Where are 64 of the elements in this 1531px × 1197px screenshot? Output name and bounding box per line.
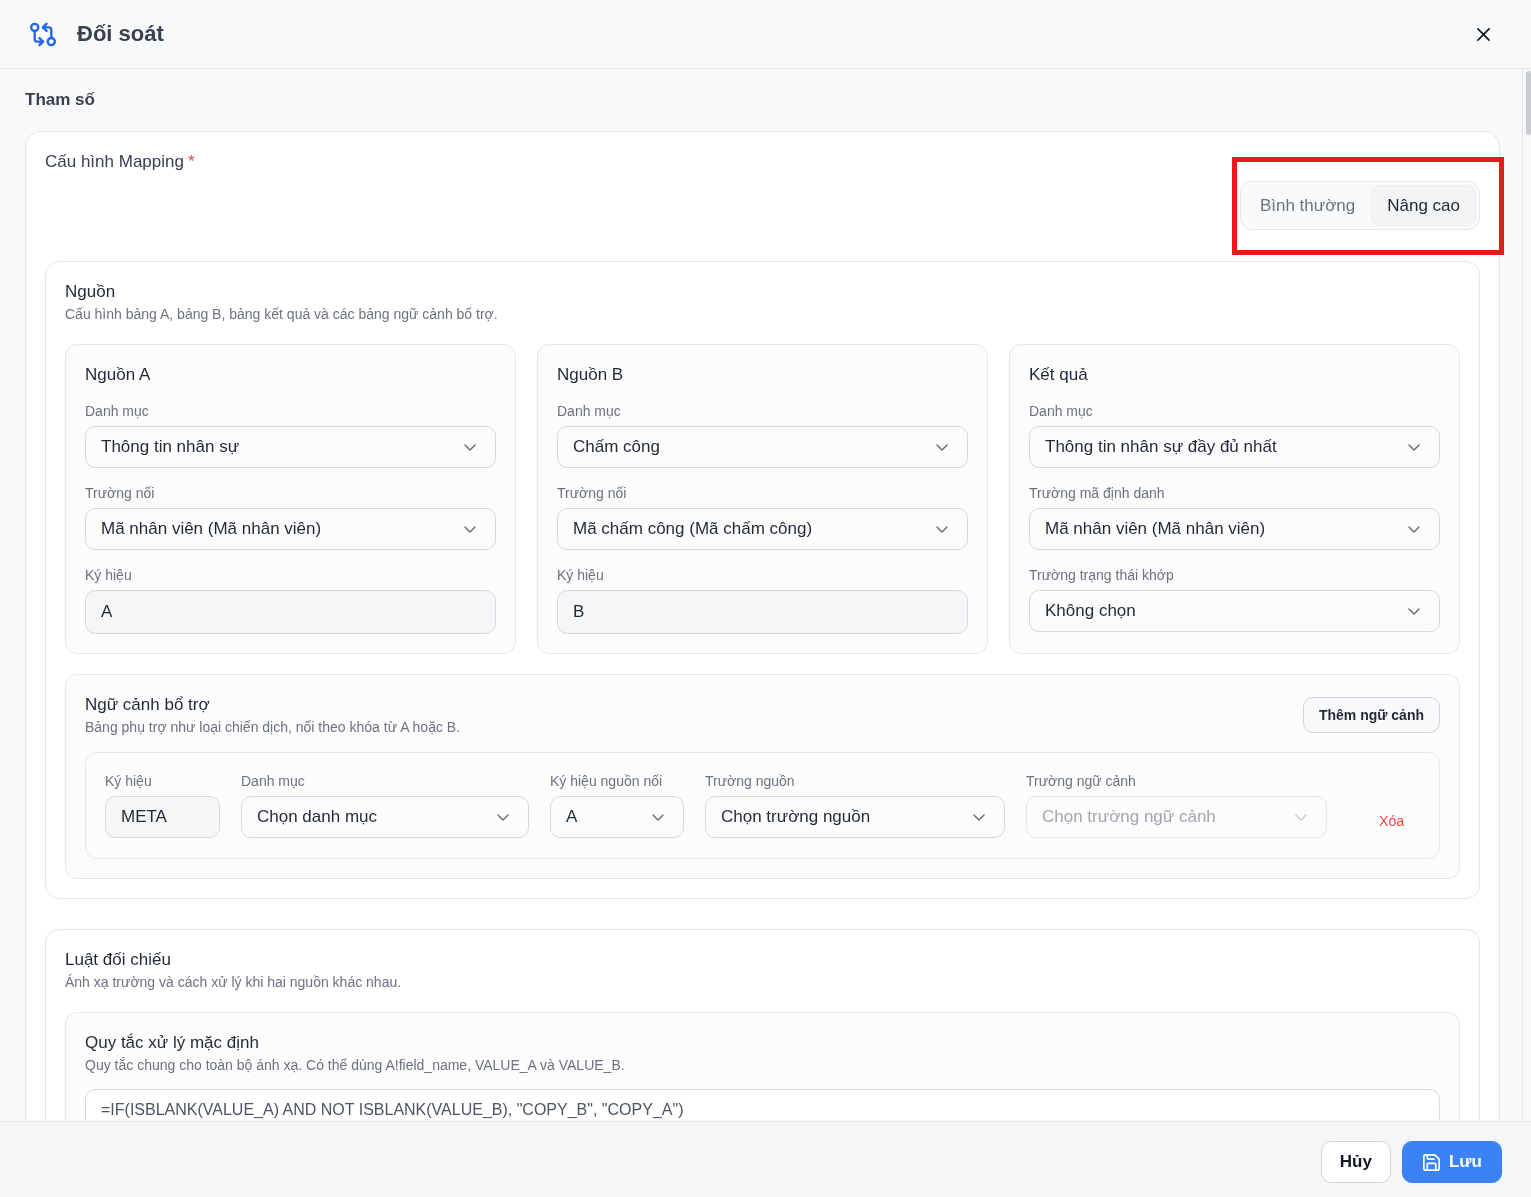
card-title: Quy tắc xử lý mặc định [85,1032,259,1054]
card-title: Nguồn B [557,364,625,386]
field-label: Danh mục [1029,402,1094,421]
section-title: Nguồn [65,281,116,303]
card-subtitle: Bảng phụ trợ như loại chiến dịch, nối theo khóa từ A hoặc B. [85,718,461,737]
section-title: Luật đối chiếu [65,949,171,971]
select-field[interactable]: Chấm công [557,426,968,468]
compare-arrows-icon [30,21,56,47]
section-heading: Tham số [25,89,96,111]
field-label: Danh mục [85,402,150,421]
mode-tab[interactable]: Bình thường [1243,185,1372,226]
field-label: Ký hiệu [105,772,153,791]
card-subtitle: Quy tắc chung cho toàn bộ ánh xạ. Có thể dùng A!field_name, VALUE_A và VALUE_B. [85,1056,625,1075]
field-label: Trường ngữ cảnh [1026,772,1137,791]
chevron-down-icon [497,813,509,821]
card-title: Nguồn A [85,364,152,386]
select-field[interactable]: Thông tin nhân sự đầy đủ nhất [1029,426,1440,468]
text-input[interactable]: A [85,590,496,634]
field-label: Trường mã định danh [1029,484,1166,503]
scrollbar-thumb[interactable] [1526,71,1531,135]
chevron-down-icon [936,525,948,533]
save-icon [1422,1153,1440,1171]
field-label: Danh mục [241,772,306,791]
chevron-down-icon [936,443,948,451]
field-label: Trường nối [557,484,628,503]
select-field[interactable]: A [550,796,684,838]
field-label: Ký hiệu [557,566,605,585]
chevron-down-icon [973,813,985,821]
delete-link[interactable]: Xóa [1379,811,1404,831]
field-label: Ký hiệu nguồn nối [550,772,664,791]
chevron-down-icon [1408,525,1420,533]
text-input[interactable]: META [105,796,220,838]
formula-input[interactable]: =IF(ISBLANK(VALUE_A) AND NOT ISBLANK(VALUE_B), "COPY_B", "COPY_A") [85,1089,1440,1120]
select-field[interactable]: Chọn danh mục [241,796,529,838]
text-input[interactable]: B [557,590,968,634]
mode-tab[interactable]: Nâng cao [1371,185,1476,226]
field-label: Ký hiệu [85,566,133,585]
select-field[interactable]: Mã chấm công (Mã chấm công) [557,508,968,550]
section-subtitle: Ánh xạ trường và cách xử lý khi hai nguồn khác nhau. [65,973,402,992]
save-button[interactable]: Lưu [1401,1141,1502,1183]
card-title: Kết quả [1029,364,1089,386]
chevron-down-icon [652,813,664,821]
chevron-down-icon [1408,443,1420,451]
field-label: Trường nguồn [705,772,796,791]
chevron-down-icon [1408,607,1420,615]
required-mark: * [187,151,195,173]
card-title: Cấu hình Mapping [45,151,184,173]
card-title: Ngữ cảnh bổ trợ [85,694,210,716]
select-field[interactable]: Thông tin nhân sự [85,426,496,468]
field-label: Trường trạng thái khớp [1029,566,1175,585]
close-icon[interactable] [1477,27,1490,41]
chevron-down-icon [464,443,476,451]
chevron-down-icon [1295,813,1307,821]
field-label: Danh mục [557,402,622,421]
field-label: Trường nối [85,484,156,503]
add-context-button[interactable]: Thêm ngữ cảnh [1302,697,1440,733]
dialog-title: Đối soát [77,20,164,48]
select-field[interactable]: Chọn trường nguồn [705,796,1005,838]
select-field[interactable]: Không chọn [1029,590,1440,632]
select-field[interactable]: Mã nhân viên (Mã nhân viên) [1029,508,1440,550]
section-subtitle: Cấu hình bảng A, bảng B, bảng kết quả và các bảng ngữ cảnh bổ trợ. [65,305,498,324]
cancel-button[interactable]: Hủy [1320,1141,1391,1183]
select-field[interactable]: Mã nhân viên (Mã nhân viên) [85,508,496,550]
chevron-down-icon [464,525,476,533]
